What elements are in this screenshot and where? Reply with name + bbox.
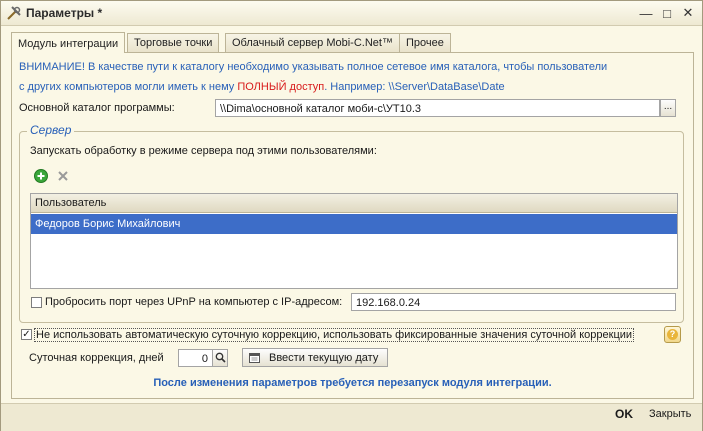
upnp-label: Пробросить порт через UPnP на компьютер … <box>45 296 343 308</box>
warning-line-1: ВНИМАНИЕ! В качестве пути к каталогу нео… <box>19 61 608 73</box>
grid-header-user[interactable]: Пользователь <box>31 194 677 213</box>
close-button[interactable]: Закрыть <box>649 408 691 420</box>
catalog-path-input[interactable]: \\Dima\основной каталог моби-с\УТ10.3 <box>215 99 660 117</box>
add-icon[interactable] <box>34 169 48 183</box>
ok-button[interactable]: OK <box>615 407 633 421</box>
window-title: Параметры * <box>26 6 103 20</box>
fixed-correction-label: Не использовать автоматическую суточную … <box>34 328 635 342</box>
server-group-title: Сервер <box>27 123 75 137</box>
fixed-correction-checkbox[interactable]: ✓ <box>21 329 32 340</box>
tab-trade-points[interactable]: Торговые точки <box>127 33 220 52</box>
delete-icon[interactable] <box>57 170 69 182</box>
ip-address-input[interactable]: 192.168.0.24 <box>351 293 676 311</box>
help-button[interactable]: ? <box>664 326 681 343</box>
warning-line-2: с других компьютеров могли иметь к нему … <box>19 81 505 93</box>
maximize-icon[interactable]: □ <box>659 5 675 21</box>
tools-icon <box>7 6 21 20</box>
restart-note: После изменения параметров требуется пер… <box>153 377 552 389</box>
catalog-label: Основной каталог программы: <box>19 102 175 114</box>
minimize-icon[interactable]: — <box>638 5 654 21</box>
upnp-checkbox[interactable] <box>31 297 42 308</box>
users-grid[interactable]: Пользователь Федоров Борис Михайлович <box>30 193 678 289</box>
magnifier-icon <box>215 352 226 363</box>
help-icon: ? <box>667 329 678 340</box>
calendar-icon <box>249 353 260 363</box>
title-bar: Параметры * — □ ✕ <box>1 1 702 26</box>
server-instruction: Запускать обработку в режиме сервера под… <box>30 145 377 157</box>
bottom-bar <box>1 403 702 431</box>
daily-correction-search-button[interactable] <box>212 349 228 367</box>
daily-correction-label: Суточная коррекция, дней <box>29 352 164 364</box>
tab-cloud-server[interactable]: Облачный сервер Mobi-C.Net™ <box>225 33 400 52</box>
enter-current-date-button[interactable]: Ввести текущую дату <box>242 348 388 367</box>
enter-current-date-label: Ввести текущую дату <box>269 352 379 364</box>
settings-window: Параметры * — □ ✕ Модуль интеграции Торг… <box>0 0 703 431</box>
browse-button[interactable]: ... <box>660 99 676 117</box>
close-icon[interactable]: ✕ <box>680 5 696 21</box>
tab-other[interactable]: Прочее <box>399 33 451 52</box>
table-row[interactable]: Федоров Борис Михайлович <box>31 214 677 234</box>
daily-correction-input[interactable]: 0 <box>178 349 213 367</box>
tab-integration-module[interactable]: Модуль интеграции <box>11 32 126 53</box>
warning-full-access: ПОЛНЫЙ доступ <box>237 81 325 93</box>
